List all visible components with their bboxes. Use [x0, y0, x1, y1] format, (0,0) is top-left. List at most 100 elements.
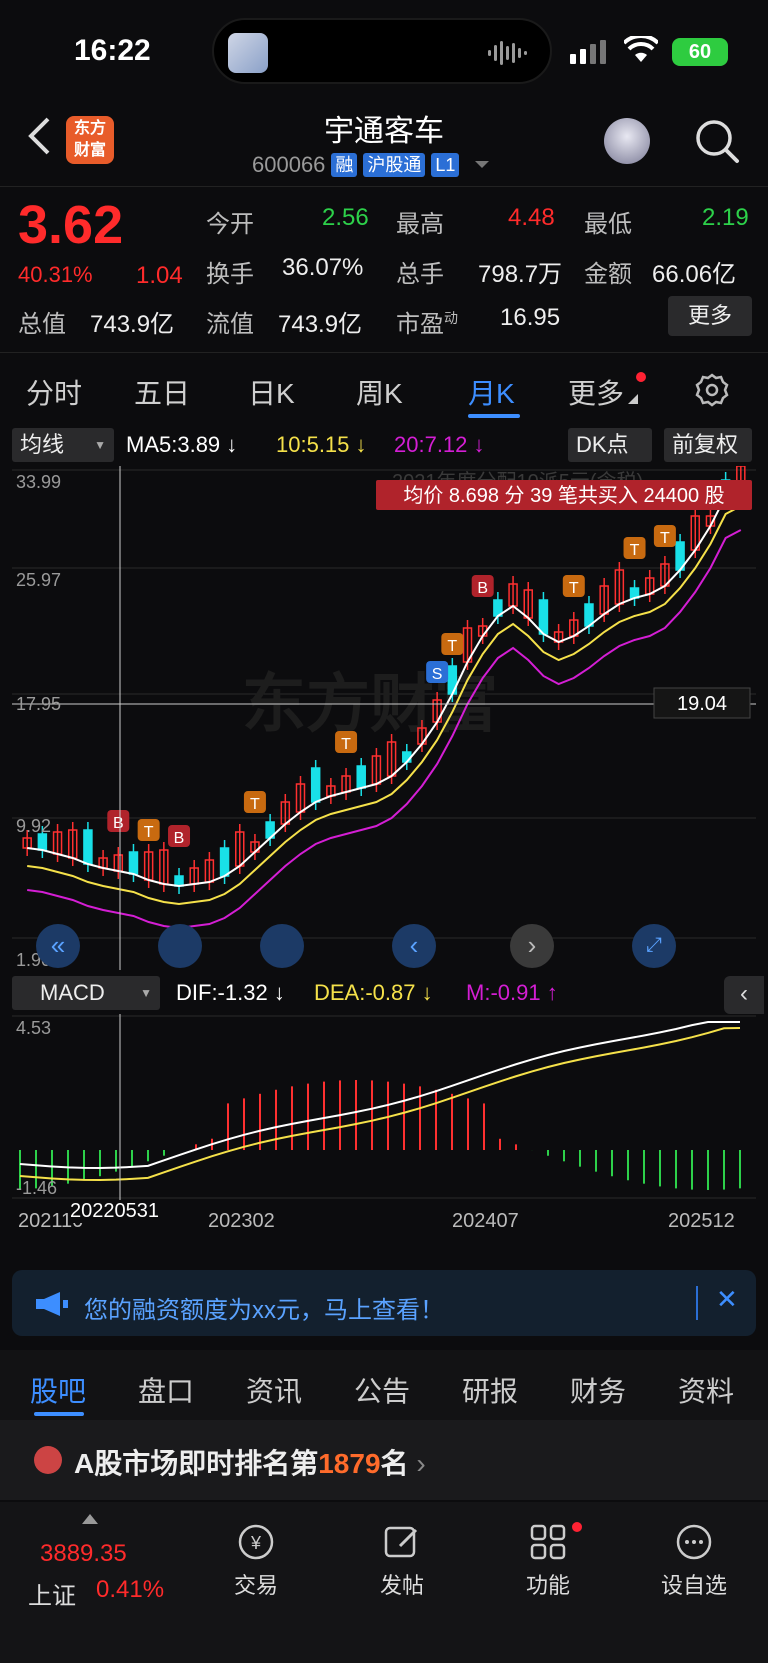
y-tick-1: 25.97 [16, 570, 61, 590]
scroll-left-fast-button[interactable]: « [36, 924, 80, 968]
tab-order-book[interactable]: 盘口 [138, 1370, 194, 1410]
quote-high-label: 最高 [396, 211, 444, 238]
quote-float-value: 743.9亿 [278, 311, 363, 338]
rank-chart-icon [34, 1446, 62, 1474]
tab-more[interactable]: 更多 [568, 372, 624, 412]
dynamic-island[interactable] [212, 18, 552, 84]
search-icon[interactable] [694, 118, 740, 164]
tab-profile[interactable]: 资料 [678, 1370, 734, 1410]
connect-tag: 沪股通 [363, 153, 426, 177]
trade-mark-label: T [341, 736, 351, 753]
more-circle-icon [676, 1524, 712, 1560]
quote-pe-label: 市盈动 [396, 310, 458, 338]
banner-divider [696, 1286, 698, 1320]
sub-indicator-dropdown[interactable]: MACD ▼ [12, 976, 160, 1010]
watchlist-button[interactable]: 设自选 [644, 1522, 744, 1600]
quote-volume-value: 798.7万 [478, 261, 563, 288]
macd-dif: DIF:-1.32 ↓ [176, 980, 285, 1005]
trade-button[interactable]: ¥ 交易 [206, 1522, 306, 1600]
audio-wave-icon [488, 41, 527, 65]
candle-body [538, 599, 549, 635]
tab-daily-k[interactable]: 日K [248, 372, 295, 412]
tab-forum[interactable]: 股吧 [30, 1370, 86, 1410]
trade-mark-label: B [113, 815, 124, 832]
trade-mark-label: T [250, 796, 260, 813]
bottom-toolbar: 3889.35 上证 0.41% ¥ 交易 发帖 功能 设自选 [0, 1502, 768, 1663]
market-rank-row[interactable]: A股市场即时排名第1879名 › [0, 1420, 768, 1500]
close-icon[interactable]: ✕ [716, 1284, 738, 1315]
fullscreen-button[interactable]: ⤢ [632, 924, 676, 968]
corner-triangle-icon [628, 394, 638, 404]
assistant-robot-icon[interactable] [604, 118, 650, 164]
index-value: 3889.35 [40, 1540, 127, 1567]
stock-code: 600066 [252, 152, 326, 177]
y-tick-0: 33.99 [16, 472, 61, 492]
tab-research[interactable]: 研报 [462, 1370, 518, 1410]
quote-low-value: 2.19 [702, 204, 749, 231]
notification-dot [636, 372, 646, 382]
post-button[interactable]: 发帖 [352, 1522, 452, 1600]
date-right: 202512 [668, 1210, 735, 1232]
dk-point-button[interactable]: DK点 [568, 428, 652, 462]
collapse-panel-button[interactable]: ‹ [724, 976, 764, 1014]
adjust-mode-button[interactable]: 前复权 [664, 428, 752, 462]
zoom-in-button[interactable] [260, 924, 304, 968]
macd-dif-line [19, 1021, 740, 1169]
scroll-left-button[interactable]: ‹ [392, 924, 436, 968]
chevron-right-icon: › [416, 1448, 426, 1479]
wifi-icon [624, 36, 658, 62]
grid-apps-icon [530, 1524, 566, 1560]
candle-body [219, 847, 230, 877]
macd-histogram [19, 1080, 741, 1190]
date-1: 202302 [208, 1210, 275, 1232]
index-name: 上证 [28, 1583, 76, 1610]
settings-gear-icon[interactable] [694, 372, 730, 408]
stock-name: 宇通客车 [324, 115, 444, 148]
ma20-value: 20:7.12 ↓ [394, 432, 485, 457]
macd-indicator-row: MACD ▼ DIF:-1.32 ↓ DEA:-0.87 ↓ M:-0.91 ↑… [0, 976, 768, 1014]
candle-body [83, 829, 93, 865]
tab-five-day[interactable]: 五日 [134, 372, 190, 412]
candle-body [356, 765, 366, 789]
trade-mark-label: T [569, 580, 579, 597]
macd-lines [19, 1021, 741, 1181]
candle-body [37, 833, 48, 851]
trade-mark-label: T [660, 530, 670, 547]
caret-up-icon [82, 1514, 98, 1524]
tab-news[interactable]: 资讯 [246, 1370, 302, 1410]
y-tick-2: 17.95 [16, 694, 61, 714]
financing-banner[interactable]: 您的融资额度为xx元，马上查看！ ✕ [12, 1270, 756, 1336]
kline-svg: 东方财富 BT BTTSTB TTT 19.04 33.99 25.97 17.95… [12, 458, 756, 970]
current-price: 3.62 [18, 195, 124, 255]
tab-weekly-k[interactable]: 周K [356, 372, 403, 412]
stock-code-row[interactable]: 600066 融 沪股通 L1 [252, 152, 491, 178]
svg-text:¥: ¥ [250, 1533, 262, 1553]
functions-button[interactable]: 功能 [498, 1522, 598, 1600]
ma-type-dropdown[interactable]: 均线 ▼ [12, 428, 114, 462]
trade-mark-label: T [447, 638, 457, 655]
tab-announcements[interactable]: 公告 [354, 1370, 410, 1410]
candle-body [128, 851, 139, 875]
trade-mark-label: T [630, 542, 640, 559]
banner-text: 您的融资额度为xx元，马上查看！ [84, 1297, 444, 1324]
macd-y-tick-bottom: -1.46 [16, 1178, 57, 1198]
quote-open-label: 今开 [206, 211, 254, 238]
functions-notification-dot [572, 1522, 582, 1532]
trade-mark-label: B [174, 830, 185, 847]
tab-monthly-k[interactable]: 月K [468, 372, 515, 412]
candle-body [310, 767, 321, 803]
change-amount: 1.04 [136, 262, 183, 289]
more-quote-button[interactable]: 更多 [668, 296, 752, 336]
zoom-out-button[interactable] [158, 924, 202, 968]
ma5-value: MA5:3.89 ↓ [126, 432, 238, 457]
kline-chart[interactable]: 东方财富 BTBTTSTBTTT 19.04 33.99 25.97 17.95… [12, 458, 756, 970]
scroll-right-button[interactable]: › [510, 924, 554, 968]
ma-indicator-row: 均线 ▼ MA5:3.89 ↓ 10:5.15 ↓ 20:7.12 ↓ DK点 … [0, 428, 768, 466]
rank-text: A股市场即时排名第1879名 › [74, 1448, 426, 1479]
tab-financials[interactable]: 财务 [570, 1370, 626, 1410]
index-change: 0.41% [96, 1576, 165, 1603]
tab-intraday[interactable]: 分时 [26, 372, 82, 412]
macd-chart[interactable]: 4.53 -1.46 [12, 1014, 756, 1200]
trade-mark-label: B [477, 580, 488, 597]
date-2: 202407 [452, 1210, 519, 1232]
